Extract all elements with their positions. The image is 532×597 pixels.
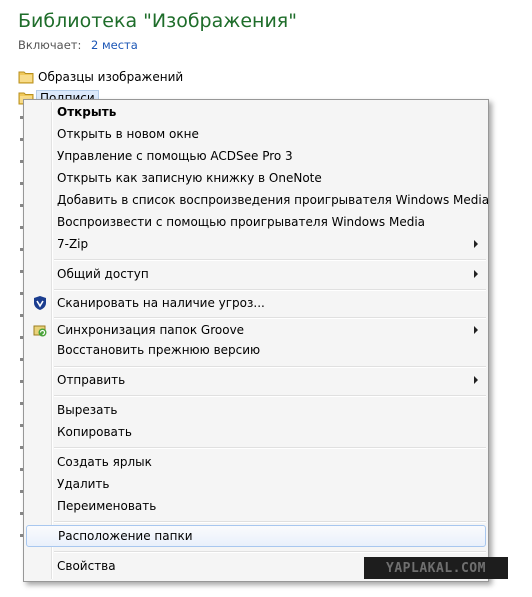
watermark-logo: YAPLAKAL.COM [364,557,508,579]
library-includes: Включает: 2 места [18,38,138,52]
menu-item-copy[interactable]: Копировать [26,421,486,443]
submenu-arrow-icon [474,240,478,248]
folder-icon [18,70,34,84]
menu-item-7zip[interactable]: 7-Zip [26,233,486,255]
menu-item-label: Открыть [57,105,117,119]
menu-item-label: Вырезать [57,403,118,417]
menu-item-restore[interactable]: Восстановить прежнюю версию [26,339,486,361]
menu-item-label: Создать ярлык [57,455,152,469]
menu-item-acdsee[interactable]: Управление с помощью ACDSee Pro 3 [26,145,486,167]
menu-item-label: Воспроизвести с помощью проигрывателя Wi… [57,215,426,229]
menu-item-label: Общий доступ [57,267,149,281]
submenu-arrow-icon [474,326,478,334]
folder-item-samples[interactable]: Образцы изображений [18,68,183,86]
menu-separator [54,289,486,291]
menu-item-delete[interactable]: Удалить [26,473,486,495]
menu-item-label: Добавить в список воспроизведения проигр… [57,193,490,207]
context-menu: Открыть Открыть в новом окне Управление … [23,99,489,582]
menu-item-label: Синхронизация папок Groove [57,323,245,337]
menu-item-share[interactable]: Общий доступ [26,263,486,285]
menu-item-label: Открыть в новом окне [57,127,199,141]
menu-item-wmp-play[interactable]: Воспроизвести с помощью проигрывателя Wi… [26,211,486,233]
menu-item-send-to[interactable]: Отправить [26,369,486,391]
menu-item-label: Удалить [57,477,110,491]
groove-sync-icon [32,322,48,338]
menu-item-wmp-add[interactable]: Добавить в список воспроизведения проигр… [26,189,490,211]
menu-separator [54,551,486,553]
menu-item-label: Расположение папки [58,529,193,543]
menu-item-shortcut[interactable]: Создать ярлык [26,451,486,473]
menu-separator [54,395,486,397]
menu-item-label: 7-Zip [57,237,89,251]
includes-locations-link[interactable]: 2 места [91,38,138,52]
folder-label: Образцы изображений [38,70,184,84]
menu-item-label: Управление с помощью ACDSee Pro 3 [57,149,293,163]
menu-item-label: Копировать [57,425,132,439]
menu-item-open[interactable]: Открыть [26,101,486,123]
submenu-arrow-icon [474,270,478,278]
menu-item-rename[interactable]: Переименовать [26,495,486,517]
menu-separator [54,366,486,368]
menu-item-label: Переименовать [57,499,157,513]
menu-separator [54,521,486,523]
menu-item-label: Свойства [57,559,116,573]
menu-item-scan[interactable]: Сканировать на наличие угроз... [26,292,486,314]
shield-icon [32,295,48,311]
menu-item-groove[interactable]: Синхронизация папок Groove [26,319,486,341]
submenu-arrow-icon [474,376,478,384]
includes-label: Включает: [18,38,82,52]
menu-item-label: Открыть как записную книжку в OneNote [57,171,322,185]
menu-separator [54,447,486,449]
menu-separator [54,259,486,261]
menu-item-label: Восстановить прежнюю версию [57,343,261,357]
menu-item-label: Отправить [57,373,126,387]
menu-item-onenote[interactable]: Открыть как записную книжку в OneNote [26,167,486,189]
library-title: Библиотека "Изображения" [18,10,297,32]
menu-item-cut[interactable]: Вырезать [26,399,486,421]
menu-item-label: Сканировать на наличие угроз... [57,296,265,310]
menu-item-open-new-window[interactable]: Открыть в новом окне [26,123,486,145]
menu-item-folder-location[interactable]: Расположение папки [26,525,486,547]
